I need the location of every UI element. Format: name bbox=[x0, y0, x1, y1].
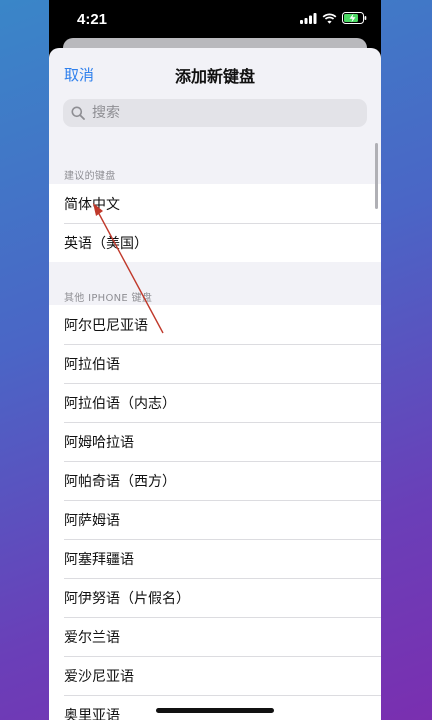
nav-bar: 取消 添加新键盘 bbox=[49, 48, 381, 98]
list-item[interactable]: 阿帕奇语（西方） bbox=[49, 461, 381, 500]
list-item[interactable]: 爱尔兰语 bbox=[49, 617, 381, 656]
add-keyboard-sheet: 取消 添加新键盘 建议的键盘 简体中文 英语（美国） 其他 IPHONE 键盘 … bbox=[49, 48, 381, 720]
status-time: 4:21 bbox=[77, 11, 108, 28]
list-item[interactable]: 阿尔巴尼亚语 bbox=[49, 305, 381, 344]
suggested-section-header: 建议的键盘 bbox=[64, 171, 116, 182]
phone-screen: 4:21 取消 添加新键盘 搜索 建议的键盘 简体中文 英语（美国） 其他 IP… bbox=[49, 0, 381, 720]
list-item[interactable]: 爱沙尼亚语 bbox=[49, 656, 381, 695]
list-item[interactable]: 阿萨姆语 bbox=[49, 500, 381, 539]
list-item[interactable]: 阿姆哈拉语 bbox=[49, 422, 381, 461]
list-item[interactable]: 阿拉伯语 bbox=[49, 344, 381, 383]
status-icons bbox=[300, 12, 367, 24]
list-item[interactable]: 阿塞拜疆语 bbox=[49, 539, 381, 578]
battery-charging-icon bbox=[342, 12, 367, 24]
sheet-title: 添加新键盘 bbox=[174, 67, 255, 86]
list-item[interactable]: 阿伊努语（片假名） bbox=[49, 578, 381, 617]
suggested-keyboards-list: 简体中文 英语（美国） bbox=[49, 184, 381, 262]
search-field[interactable] bbox=[63, 99, 367, 127]
keyboard-item-simplified-chinese[interactable]: 简体中文 bbox=[49, 184, 381, 223]
other-section-header: 其他 IPHONE 键盘 bbox=[64, 293, 153, 304]
search-input[interactable] bbox=[90, 104, 354, 122]
search-icon bbox=[71, 106, 85, 120]
keyboard-item-english-us[interactable]: 英语（美国） bbox=[49, 223, 381, 262]
wifi-icon bbox=[322, 13, 337, 24]
home-indicator[interactable] bbox=[156, 708, 274, 713]
cellular-signal-icon bbox=[300, 12, 317, 24]
scroll-indicator[interactable] bbox=[375, 143, 378, 209]
status-bar: 4:21 bbox=[49, 0, 381, 40]
other-keyboards-list: 阿尔巴尼亚语 阿拉伯语 阿拉伯语（内志） 阿姆哈拉语 阿帕奇语（西方） 阿萨姆语… bbox=[49, 305, 381, 720]
list-item[interactable]: 阿拉伯语（内志） bbox=[49, 383, 381, 422]
